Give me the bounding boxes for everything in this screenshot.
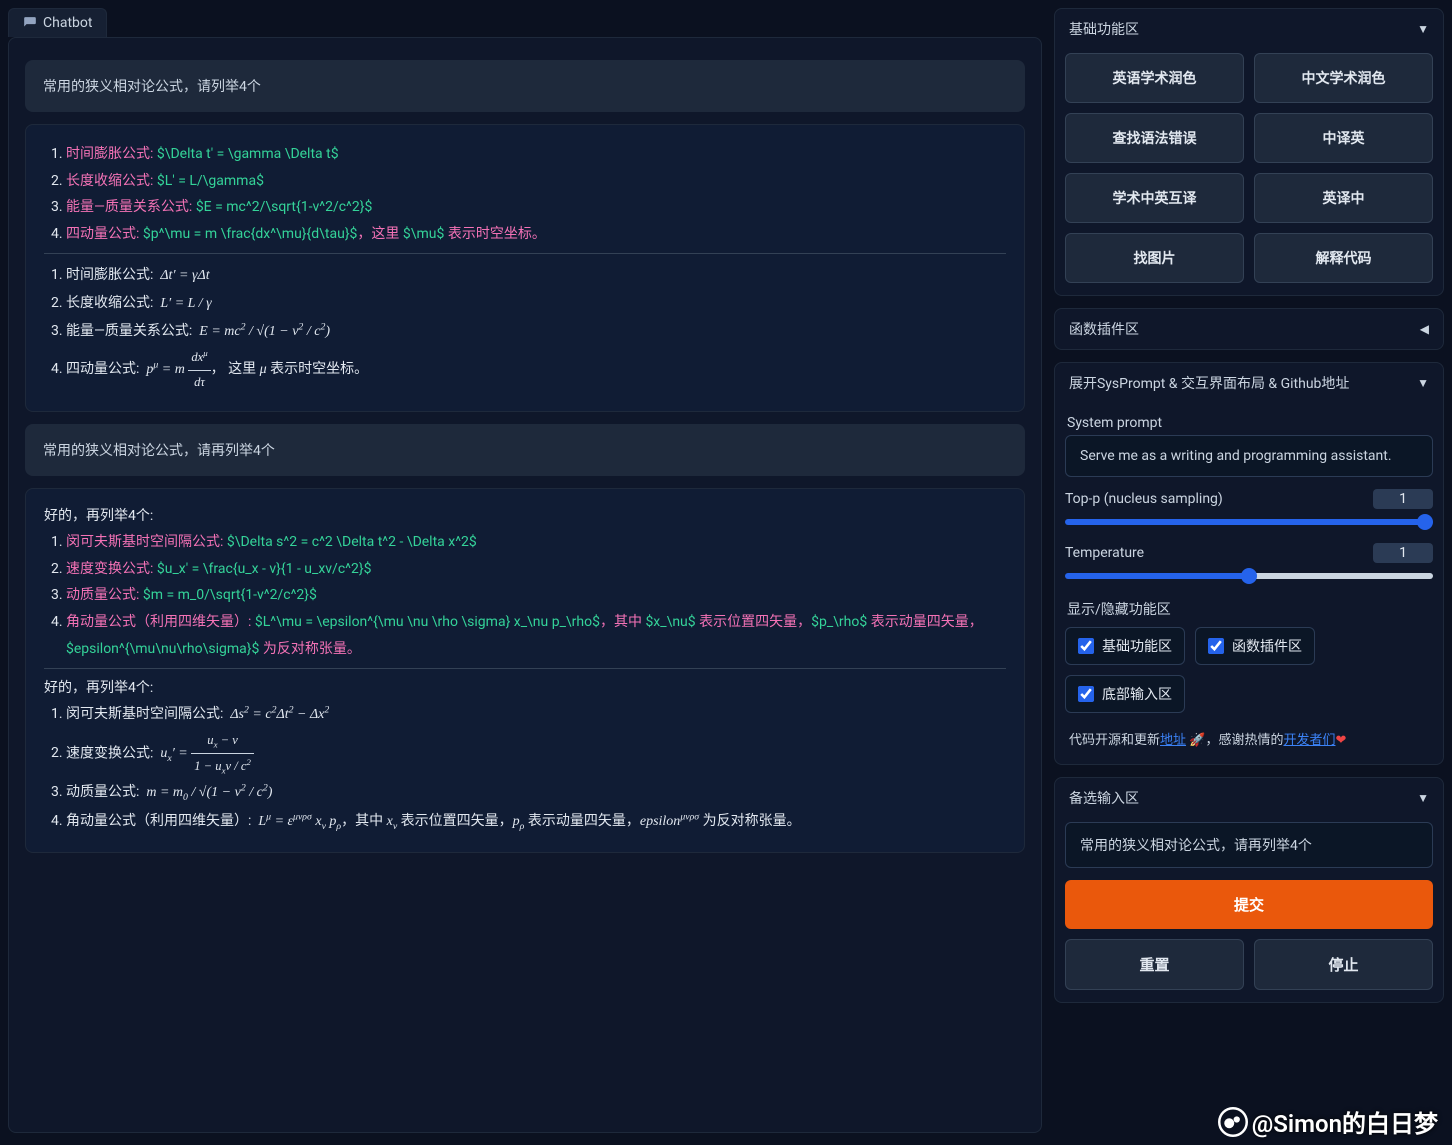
footer-links: 代码开源和更新地址 🚀，感谢热情的开发者们❤ — [1065, 729, 1433, 752]
user-message: 常用的狭义相对论公式，请再列举4个 — [25, 424, 1025, 476]
tab-chatbot[interactable]: Chatbot — [8, 8, 107, 37]
chevron-down-icon: ▼ — [1417, 376, 1429, 390]
sys-prompt-label: System prompt — [1067, 415, 1433, 431]
alt-input-panel: 备选输入区 ▼ 常用的狭义相对论公式，请再列举4个 提交 重置 停止 — [1054, 777, 1444, 1003]
temperature-slider[interactable] — [1065, 573, 1433, 579]
temperature-value[interactable]: 1 — [1373, 543, 1433, 563]
bot-intro: 好的，再列举4个: — [44, 677, 1006, 697]
chat-icon — [23, 16, 37, 30]
section-title: 备选输入区 — [1069, 788, 1139, 808]
divider — [44, 668, 1006, 669]
raw-latex-list: 闵可夫斯基时空间隔公式: $\Delta s^2 = c^2 \Delta t^… — [44, 529, 1006, 662]
chevron-down-icon: ▼ — [1417, 22, 1429, 36]
watermark: @Simon的白日梦 — [1218, 1104, 1438, 1139]
message-text: 常用的狭义相对论公式，请列举4个 — [43, 79, 261, 95]
fn-en-to-zh-button[interactable]: 英译中 — [1254, 173, 1433, 223]
basic-functions-panel: 基础功能区 ▼ 英语学术润色 中文学术润色 查找语法错误 中译英 学术中英互译 … — [1054, 8, 1444, 296]
weibo-icon — [1218, 1107, 1248, 1137]
section-header[interactable]: 展开SysPrompt & 交互界面布局 & Github地址 ▼ — [1055, 363, 1443, 403]
fn-grammar-check-button[interactable]: 查找语法错误 — [1065, 113, 1244, 163]
chevron-left-icon: ◀ — [1420, 322, 1429, 336]
section-title: 函数插件区 — [1069, 319, 1139, 339]
raw-latex-list: 时间膨胀公式: $\Delta t' = \gamma \Delta t$ 长度… — [44, 141, 1006, 247]
section-title: 基础功能区 — [1069, 19, 1139, 39]
top-p-label: Top-p (nucleus sampling) — [1065, 491, 1223, 507]
toggle-bottom-input-checkbox[interactable]: 底部输入区 — [1065, 675, 1185, 713]
fn-explain-code-button[interactable]: 解释代码 — [1254, 233, 1433, 283]
fn-find-image-button[interactable]: 找图片 — [1065, 233, 1244, 283]
advanced-panel: 展开SysPrompt & 交互界面布局 & Github地址 ▼ System… — [1054, 362, 1444, 765]
fn-english-polish-button[interactable]: 英语学术润色 — [1065, 53, 1244, 103]
submit-button[interactable]: 提交 — [1065, 880, 1433, 929]
section-title: 展开SysPrompt & 交互界面布局 & Github地址 — [1069, 373, 1349, 393]
plugin-panel: 函数插件区 ◀ — [1054, 308, 1444, 350]
section-header[interactable]: 备选输入区 ▼ — [1055, 778, 1443, 818]
section-header[interactable]: 函数插件区 ◀ — [1055, 309, 1443, 349]
top-p-value[interactable]: 1 — [1373, 489, 1433, 509]
repo-link[interactable]: 地址 — [1160, 733, 1186, 748]
fn-zh-to-en-button[interactable]: 中译英 — [1254, 113, 1433, 163]
temperature-label: Temperature — [1065, 545, 1144, 561]
toggle-section-label: 显示/隐藏功能区 — [1067, 599, 1433, 619]
assistant-message: 时间膨胀公式: $\Delta t' = \gamma \Delta t$ 长度… — [25, 124, 1025, 412]
user-message: 常用的狭义相对论公式，请列举4个 — [25, 60, 1025, 112]
message-text: 常用的狭义相对论公式，请再列举4个 — [43, 443, 275, 459]
stop-button[interactable]: 停止 — [1254, 939, 1433, 990]
rendered-list: 时间膨胀公式: Δt′ = γΔt 长度收缩公式: L′ = L / γ 能量—… — [44, 262, 1006, 395]
section-header[interactable]: 基础功能区 ▼ — [1055, 9, 1443, 49]
chevron-down-icon: ▼ — [1417, 791, 1429, 805]
toggle-plugin-checkbox[interactable]: 函数插件区 — [1195, 627, 1315, 665]
fn-chinese-polish-button[interactable]: 中文学术润色 — [1254, 53, 1433, 103]
chat-panel: 常用的狭义相对论公式，请列举4个 时间膨胀公式: $\Delta t' = \g… — [8, 37, 1042, 1133]
top-p-slider[interactable] — [1065, 519, 1433, 525]
bot-intro: 好的，再列举4个: — [44, 505, 1006, 525]
assistant-message: 好的，再列举4个: 闵可夫斯基时空间隔公式: $\Delta s^2 = c^2… — [25, 488, 1025, 853]
rendered-list: 闵可夫斯基时空间隔公式: Δs2 = c2Δt2 − Δx2 速度变换公式: u… — [44, 701, 1006, 836]
fn-academic-translate-button[interactable]: 学术中英互译 — [1065, 173, 1244, 223]
reset-button[interactable]: 重置 — [1065, 939, 1244, 990]
tab-label: Chatbot — [43, 15, 92, 31]
divider — [44, 253, 1006, 254]
sys-prompt-input[interactable]: Serve me as a writing and programming as… — [1065, 435, 1433, 477]
prompt-input[interactable]: 常用的狭义相对论公式，请再列举4个 — [1065, 822, 1433, 868]
toggle-basic-checkbox[interactable]: 基础功能区 — [1065, 627, 1185, 665]
devs-link[interactable]: 开发者们 — [1283, 733, 1335, 748]
